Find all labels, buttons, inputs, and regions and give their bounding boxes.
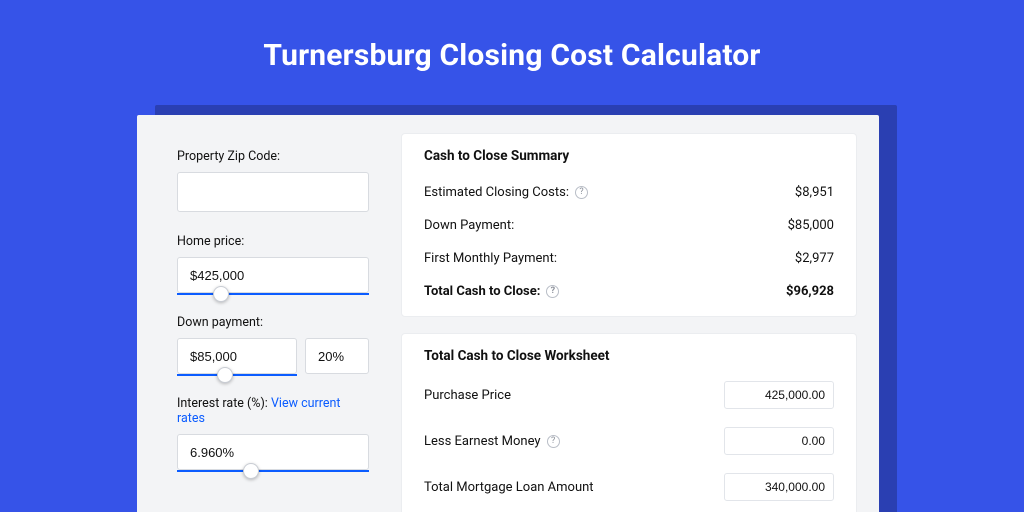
field-interest-rate: Interest rate (%): View current rates [177, 396, 369, 470]
worksheet-label: Total Mortgage Loan Amount [424, 480, 594, 495]
help-icon[interactable]: ? [575, 186, 588, 199]
down-payment-label: Down payment: [177, 315, 369, 330]
down-payment-pct-input[interactable] [305, 338, 369, 374]
home-price-label: Home price: [177, 234, 369, 249]
zip-label: Property Zip Code: [177, 149, 369, 164]
worksheet-row-purchase-price: Purchase Price [424, 372, 834, 418]
summary-panel: Cash to Close Summary Estimated Closing … [401, 133, 857, 317]
summary-value: $8,951 [795, 185, 834, 200]
summary-total-value: $96,928 [786, 284, 834, 299]
page-title: Turnersburg Closing Cost Calculator [0, 0, 1024, 73]
summary-value: $85,000 [788, 218, 834, 233]
down-payment-slider[interactable] [177, 338, 369, 374]
worksheet-input-earnest-money[interactable] [724, 427, 834, 455]
field-zip: Property Zip Code: [177, 149, 369, 212]
help-icon[interactable]: ? [546, 285, 559, 298]
summary-row-total: Total Cash to Close: ? $96,928 [424, 275, 834, 308]
interest-slider[interactable] [177, 434, 369, 470]
down-payment-input[interactable] [177, 338, 297, 374]
worksheet-title: Total Cash to Close Worksheet [424, 348, 834, 364]
zip-input[interactable] [177, 172, 369, 212]
summary-label: Down Payment: [424, 218, 514, 233]
home-price-input[interactable] [177, 257, 369, 293]
interest-label: Interest rate (%): [177, 396, 268, 411]
slider-thumb[interactable] [243, 463, 259, 479]
summary-label: First Monthly Payment: [424, 251, 557, 266]
home-price-slider[interactable] [177, 257, 369, 293]
summary-label: Estimated Closing Costs: [424, 185, 569, 200]
slider-track [177, 374, 297, 376]
slider-track [177, 293, 369, 295]
worksheet-label: Less Earnest Money [424, 434, 541, 449]
worksheet-input-mortgage-amount[interactable] [724, 473, 834, 501]
summary-value: $2,977 [795, 251, 834, 266]
results-column: Cash to Close Summary Estimated Closing … [393, 115, 879, 512]
interest-label-row: Interest rate (%): View current rates [177, 396, 369, 426]
worksheet-label: Purchase Price [424, 388, 511, 403]
worksheet-row-earnest-money: Less Earnest Money ? [424, 418, 834, 464]
page-root: Turnersburg Closing Cost Calculator Prop… [0, 0, 1024, 512]
summary-title: Cash to Close Summary [424, 148, 834, 164]
slider-thumb[interactable] [217, 367, 233, 383]
summary-total-label: Total Cash to Close: [424, 284, 540, 299]
worksheet-row-mortgage-amount: Total Mortgage Loan Amount [424, 464, 834, 510]
worksheet-panel: Total Cash to Close Worksheet Purchase P… [401, 333, 857, 512]
field-home-price: Home price: [177, 234, 369, 293]
slider-thumb[interactable] [213, 286, 229, 302]
calculator-card: Property Zip Code: Home price: Down paym… [137, 115, 879, 512]
summary-row-down-payment: Down Payment: $85,000 [424, 209, 834, 242]
slider-track [177, 470, 369, 472]
help-icon[interactable]: ? [547, 435, 560, 448]
inputs-column: Property Zip Code: Home price: Down paym… [137, 115, 393, 512]
worksheet-input-purchase-price[interactable] [724, 381, 834, 409]
summary-row-first-payment: First Monthly Payment: $2,977 [424, 242, 834, 275]
summary-row-closing-costs: Estimated Closing Costs: ? $8,951 [424, 176, 834, 209]
field-down-payment: Down payment: [177, 315, 369, 374]
interest-input[interactable] [177, 434, 369, 470]
